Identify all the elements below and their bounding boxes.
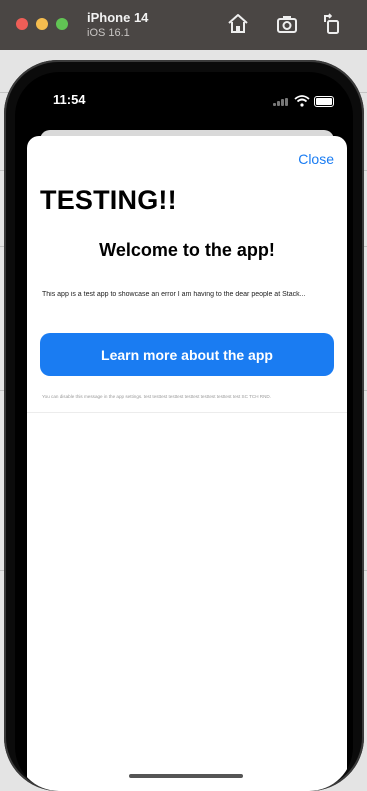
welcome-title: Welcome to the app!	[99, 240, 275, 260]
home-icon[interactable]	[226, 12, 250, 36]
sheet-heading: TESTING!!	[40, 185, 177, 215]
learn-more-button[interactable]: Learn more about the app	[40, 333, 334, 376]
close-window-button[interactable]	[16, 18, 28, 30]
home-indicator[interactable]	[129, 774, 243, 778]
close-button[interactable]: Close	[298, 151, 334, 167]
signal-icon	[273, 98, 289, 106]
minimize-window-button[interactable]	[36, 18, 48, 30]
status-time: 11:54	[53, 92, 86, 107]
screenshot-icon[interactable]	[275, 12, 299, 36]
os-version: iOS 16.1	[87, 27, 130, 39]
device-name: iPhone 14	[87, 10, 149, 25]
modal-sheet: Close TESTING!! Welcome to the app! This…	[27, 136, 347, 791]
zoom-window-button[interactable]	[56, 18, 68, 30]
wifi-icon	[294, 95, 310, 107]
device-screen: 11:54 Close TESTING!! Welcome to the app…	[15, 72, 353, 791]
status-icons	[273, 95, 334, 109]
body-text: This app is a test app to showcase an er…	[42, 291, 306, 298]
battery-icon	[314, 96, 334, 107]
divider	[27, 412, 347, 413]
rotate-icon[interactable]	[320, 12, 344, 36]
footnote-text: You can disable this message in the app …	[42, 394, 272, 399]
simulator-toolbar: iPhone 14 iOS 16.1	[0, 0, 367, 50]
iphone-frame: 11:54 Close TESTING!! Welcome to the app…	[4, 60, 364, 791]
